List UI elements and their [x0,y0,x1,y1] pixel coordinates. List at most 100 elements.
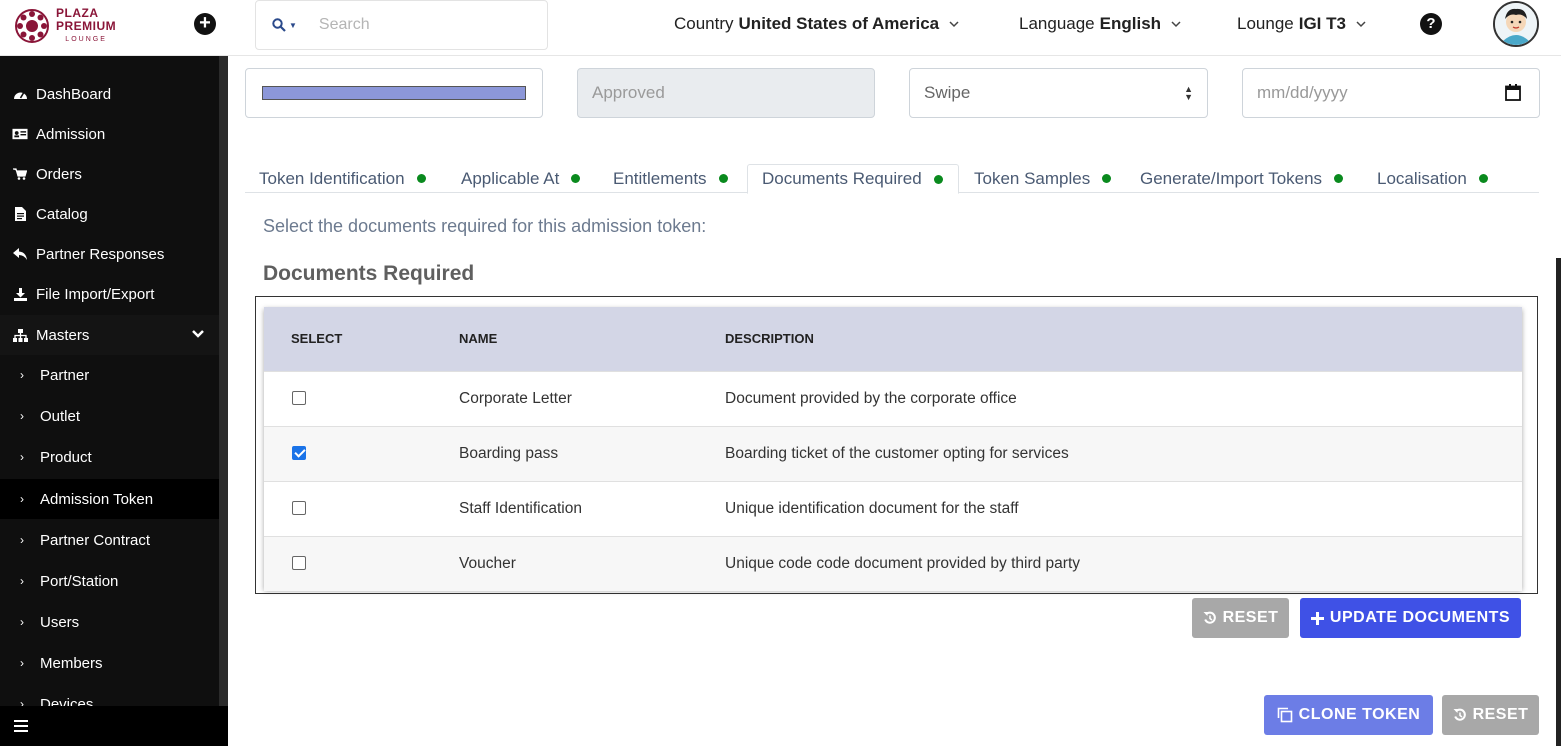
cart-icon [12,168,28,180]
tab-token-identification[interactable]: Token Identification [245,164,426,193]
document-description: Document provided by the corporate offic… [725,390,1017,407]
logo-line-2: PREMIUM [56,18,117,33]
button-label: UPDATE DOCUMENTS [1329,609,1511,626]
status-dot [933,174,943,184]
sidebar-item-label: Partner Contract [40,531,151,549]
tab-applicable-at[interactable]: Applicable At [447,164,581,193]
tab-entitlements[interactable]: Entitlements [599,164,728,193]
instruction-text: Select the documents required for this a… [263,216,707,236]
add-icon[interactable]: + [194,13,216,35]
sidebar-item-catalog[interactable]: Catalog [0,194,219,234]
tab-label: Localisation [1377,168,1467,188]
tab-generate-import-tokens[interactable]: Generate/Import Tokens [1126,164,1344,193]
sidebar-item-users[interactable]: › Users [0,602,219,642]
type-select[interactable]: Swipe ▲ ▼ [909,68,1208,118]
document-name: Voucher [459,555,516,572]
sidebar-item-masters[interactable]: Masters [0,315,219,355]
row-checkbox[interactable] [292,446,306,460]
tab-label: Entitlements [613,168,707,188]
document-description: Unique identification document for the s… [725,500,1019,517]
help-icon[interactable]: ? [1420,13,1442,35]
tab-label: Generate/Import Tokens [1140,168,1323,188]
sidebar-item-label: Partner [40,366,90,384]
status-field: Approved [577,68,875,118]
chevron-down-icon [949,21,959,28]
country-label: Country [674,14,734,33]
country-selector[interactable]: Country United States of America [674,14,959,34]
page-scrollbar[interactable] [1556,258,1561,746]
chevron-right-icon: › [20,656,24,670]
tab-token-samples[interactable]: Token Samples [960,164,1112,193]
chevron-right-icon: › [20,409,24,423]
sidebar-item-port-station[interactable]: › Port/Station [0,561,219,601]
color-field[interactable] [245,68,543,118]
sidebar-item-outlet[interactable]: › Outlet [0,396,219,436]
column-header-description: DESCRIPTION [725,331,814,346]
sidebar-item-partner-responses[interactable]: Partner Responses [0,234,219,274]
language-selector[interactable]: Language English [1019,14,1181,34]
row-checkbox[interactable] [292,391,306,405]
sidebar-item-dashboard[interactable]: DashBoard [0,74,219,114]
sidebar-item-label: Members [40,654,103,672]
status-value: Approved [592,83,665,102]
documents-table: SELECT NAME DESCRIPTION Corporate Letter… [264,307,1522,591]
reset-token-button[interactable]: RESET [1442,695,1539,735]
calendar-icon[interactable] [1505,84,1521,101]
button-label: RESET [1222,609,1279,626]
chevron-right-icon: › [20,368,24,382]
language-value: English [1099,14,1162,33]
sidebar-item-members[interactable]: › Members [0,643,219,683]
dashboard-icon [12,88,28,100]
undo-icon [1203,611,1217,625]
sidebar-item-label: Admission Token [40,490,154,508]
clone-token-button[interactable]: CLONE TOKEN [1264,695,1433,735]
document-name: Corporate Letter [459,390,572,407]
button-label: RESET [1472,706,1529,723]
update-documents-button[interactable]: UPDATE DOCUMENTS [1300,598,1521,638]
document-description: Boarding ticket of the customer opting f… [725,445,1069,462]
sidebar-item-partner[interactable]: › Partner [0,355,219,395]
chevron-right-icon: › [20,615,24,629]
sidebar-item-label: Partner Responses [36,245,165,263]
sidebar-item-label: Outlet [40,407,81,425]
status-dot [1102,174,1112,183]
chevron-right-icon: › [20,697,24,706]
sidebar-item-partner-contract[interactable]: › Partner Contract [0,520,219,560]
sidebar-item-file-import-export[interactable]: File Import/Export [0,274,219,314]
menu-toggle-icon[interactable] [14,720,28,735]
country-value: United States of America [738,14,940,33]
search-input[interactable] [318,16,519,34]
logo-line-3: LOUNGE [65,35,107,43]
caret-down-icon: ▼ [289,20,297,30]
tab-documents-required[interactable]: Documents Required [747,164,959,194]
row-checkbox[interactable] [292,556,306,570]
reset-documents-button[interactable]: RESET [1192,598,1289,638]
logo-mark-icon [15,9,49,43]
logo-line-1: PLAZA [56,5,99,20]
sidebar-item-admission[interactable]: Admission [0,114,219,154]
lounge-selector[interactable]: Lounge IGI T3 [1237,14,1366,34]
sidebar-scrollbar[interactable] [219,56,228,746]
sidebar-item-admission-token[interactable]: › Admission Token [0,479,219,519]
date-field[interactable]: mm/dd/yyyy [1242,68,1540,118]
column-header-select: SELECT [291,331,343,346]
tab-localisation[interactable]: Localisation [1363,164,1488,193]
documents-table-frame: SELECT NAME DESCRIPTION Corporate Letter… [255,296,1538,594]
sidebar-item-product[interactable]: › Product [0,437,219,477]
status-dot [1478,174,1488,183]
logo-text: PLAZA PREMIUM LOUNGE [56,5,117,46]
avatar-icon [1495,3,1537,45]
user-avatar[interactable] [1493,1,1539,47]
search-filter-dropdown[interactable]: ▼ [272,18,297,32]
brand-logo[interactable]: PLAZA PREMIUM LOUNGE [14,6,144,46]
sidebar-item-devices[interactable]: › Devices [0,684,219,707]
tab-label: Token Identification [259,168,405,188]
row-checkbox[interactable] [292,501,306,515]
search-box: ▼ [255,0,548,50]
table-header: SELECT NAME DESCRIPTION [264,307,1522,371]
document-icon [12,207,28,221]
sidebar-footer [0,706,228,746]
sidebar-item-orders[interactable]: Orders [0,154,219,194]
top-bar: PLAZA PREMIUM LOUNGE + ▼ Country United … [0,0,1561,56]
type-value: Swipe [924,83,971,102]
